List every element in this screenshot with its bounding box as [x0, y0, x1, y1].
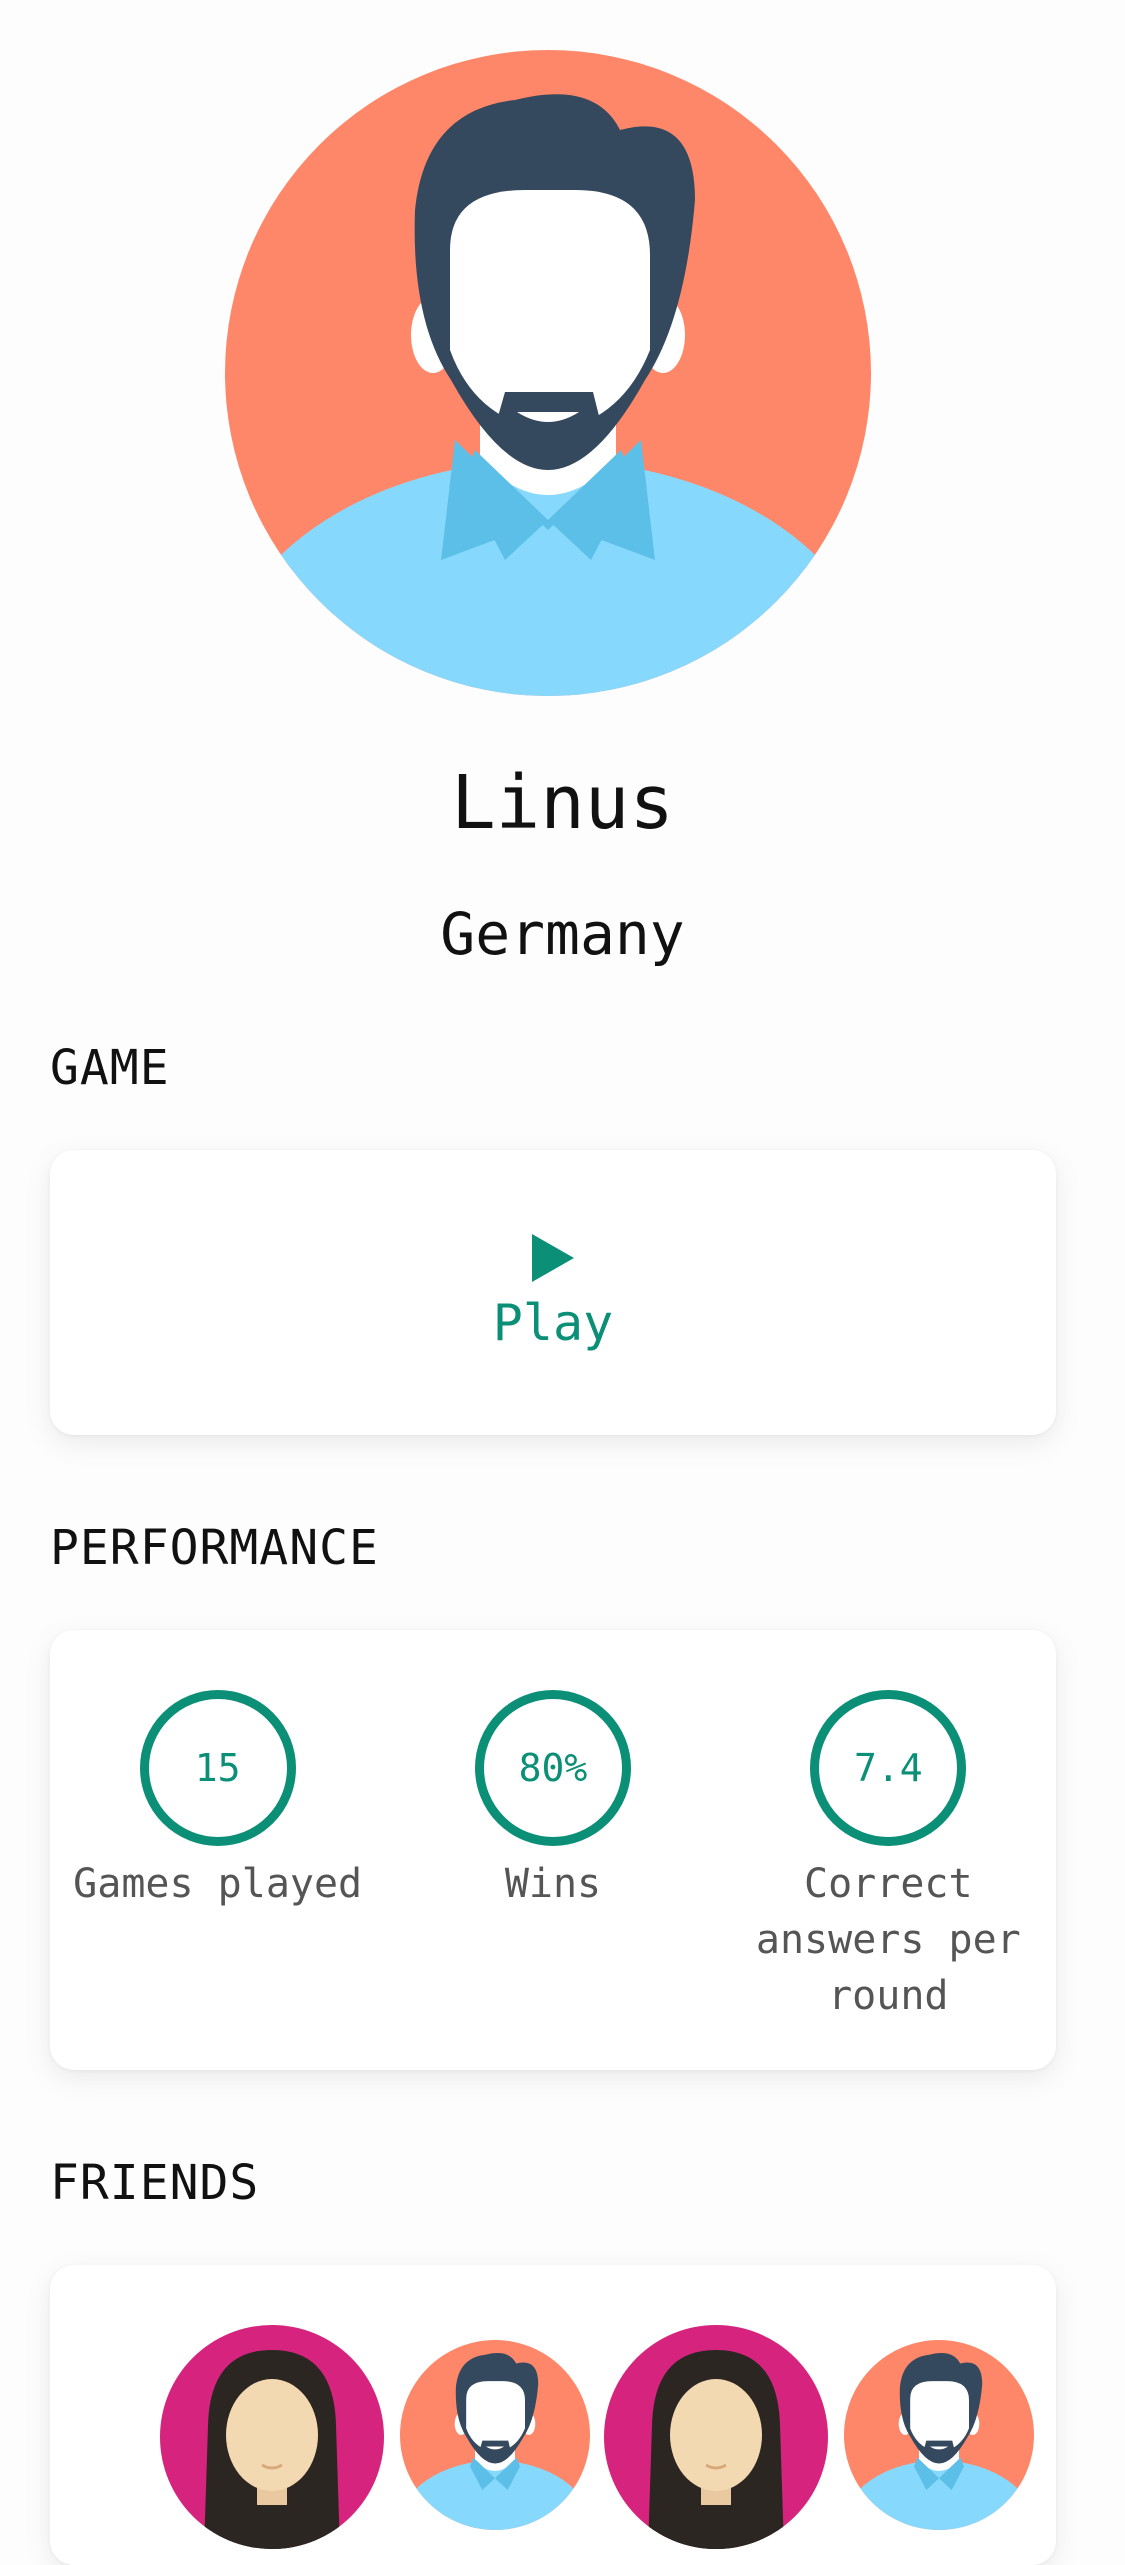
- stat-ring: 7.4: [810, 1690, 967, 1846]
- play-button[interactable]: Play: [50, 1150, 1056, 1435]
- stat-wins: 80% Wins: [403, 1690, 703, 2024]
- stat-correct-answers: 7.4 Correct answers per round: [738, 1690, 1038, 2024]
- friends-card: [50, 2265, 1056, 2565]
- friend-avatar[interactable]: [604, 2325, 828, 2553]
- performance-card: 15 Games played 80% Wins 7.4 Correct ans…: [50, 1630, 1056, 2070]
- female-avatar-icon: [160, 2325, 384, 2549]
- stat-value: 80%: [518, 1746, 588, 1790]
- female-avatar-icon: [604, 2325, 828, 2549]
- section-title-performance: PERFORMANCE: [50, 1520, 379, 1576]
- stat-label: Wins: [504, 1861, 602, 1907]
- stat-ring: 80%: [474, 1690, 631, 1846]
- stat-games-played: 15 Games played: [68, 1690, 368, 2024]
- profile-country: Germany: [440, 900, 685, 968]
- stat-value: 15: [194, 1746, 241, 1790]
- friend-avatar[interactable]: [400, 2340, 590, 2534]
- friend-avatar[interactable]: [844, 2340, 1034, 2534]
- play-label: Play: [492, 1293, 614, 1352]
- game-card: Play: [50, 1150, 1056, 1435]
- stat-ring: 15: [139, 1690, 296, 1846]
- stat-label: Games played: [73, 1861, 363, 1907]
- profile-avatar: [225, 50, 871, 696]
- friends-list: [110, 2325, 1034, 2549]
- friend-avatar[interactable]: [160, 2325, 384, 2553]
- male-avatar-icon: [225, 50, 871, 696]
- profile-name: Linus: [451, 760, 674, 846]
- male-avatar-icon: [844, 2340, 1034, 2530]
- male-avatar-icon: [400, 2340, 590, 2530]
- section-title-friends: FRIENDS: [50, 2155, 260, 2211]
- section-title-game: GAME: [50, 1040, 170, 1096]
- play-icon: [532, 1233, 574, 1282]
- stats-row: 15 Games played 80% Wins 7.4 Correct ans…: [50, 1690, 1056, 2024]
- stat-value: 7.4: [853, 1746, 923, 1790]
- stat-label: Correct answers per round: [755, 1861, 1021, 2019]
